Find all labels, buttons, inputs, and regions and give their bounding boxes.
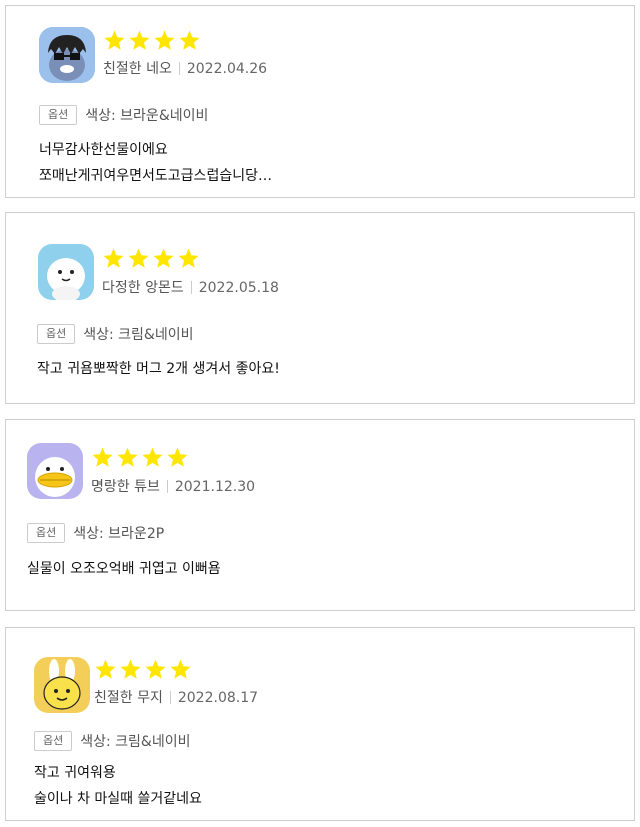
star-icon <box>120 659 141 679</box>
review-line: 쪼매난게귀여우면서도고급스럽습니당… <box>39 168 272 184</box>
star-icon <box>179 30 200 50</box>
divider <box>190 281 192 294</box>
divider <box>178 62 180 75</box>
review-text: 실물이 오조오억배 귀엽고 이뻐욤 <box>27 556 221 582</box>
reviewer-nickname: 친절한 무지 <box>94 690 163 706</box>
review-date: 2022.05.18 <box>198 280 279 296</box>
star-icon <box>95 659 116 679</box>
option-badge: 옵션 <box>34 731 73 751</box>
review-date: 2022.04.26 <box>186 61 268 77</box>
review-text: 작고 귀여워용 술이나 차 마실때 쓸거같네요 <box>34 760 202 812</box>
review-line: 작고 귀욤뽀짝한 머그 2개 생겨서 좋아요! <box>37 361 280 377</box>
review-line: 실물이 오조오억배 귀엽고 이뻐욤 <box>27 561 221 577</box>
review-line: 술이나 차 마실때 쓸거같네요 <box>34 791 202 807</box>
tube-icon <box>27 443 83 499</box>
star-icon <box>167 447 188 467</box>
review-card: 친절한 무지 2022.08.17 옵션 색상: 크림&네이비 작고 귀여워용 술… <box>5 627 635 821</box>
review-text: 너무감사한선물이에요 쪼매난게귀여우면서도고급스럽습니당… <box>39 137 272 189</box>
star-icon <box>142 447 163 467</box>
star-icon <box>129 30 150 50</box>
star-icon <box>92 447 113 467</box>
rating-stars <box>91 446 189 470</box>
divider <box>169 691 171 704</box>
reviewer-nickname: 다정한 앙몬드 <box>102 280 184 296</box>
rating-stars <box>94 658 192 682</box>
star-icon <box>153 248 174 268</box>
review-date: 2022.08.17 <box>177 690 259 706</box>
option-value: 색상: 크림&네이비 <box>83 327 194 343</box>
star-icon <box>117 447 138 467</box>
star-icon <box>145 659 166 679</box>
rating-stars <box>103 29 201 53</box>
review-line: 너무감사한선물이에요 <box>39 142 168 158</box>
review-line: 작고 귀여워용 <box>34 765 116 781</box>
apeach-icon <box>38 244 94 300</box>
muzi-icon <box>34 657 90 713</box>
review-card: 다정한 앙몬드 2022.05.18 옵션 색상: 크림&네이비 작고 귀욤뽀짝한… <box>5 212 635 404</box>
review-date: 2021.12.30 <box>174 479 256 495</box>
review-card: 친절한 네오 2022.04.26 옵션 색상: 브라운&네이비 너무감사한선물이… <box>5 5 635 198</box>
rating-stars <box>102 247 200 271</box>
option-value: 색상: 브라운&네이비 <box>85 108 209 124</box>
star-icon <box>103 248 124 268</box>
star-icon <box>178 248 199 268</box>
review-text: 작고 귀욤뽀짝한 머그 2개 생겨서 좋아요! <box>37 356 280 382</box>
option-value: 색상: 크림&네이비 <box>80 734 191 750</box>
star-icon <box>170 659 191 679</box>
option-badge: 옵션 <box>27 523 66 543</box>
option-badge: 옵션 <box>37 324 76 344</box>
divider <box>166 480 168 493</box>
review-card: 명랑한 튜브 2021.12.30 옵션 색상: 브라운2P 실물이 오조오억배 … <box>5 419 635 611</box>
reviewer-nickname: 명랑한 튜브 <box>91 479 160 495</box>
option-value: 색상: 브라운2P <box>73 526 165 542</box>
option-badge: 옵션 <box>39 105 78 125</box>
neo-icon <box>39 27 95 83</box>
star-icon <box>128 248 149 268</box>
star-icon <box>104 30 125 50</box>
reviewer-nickname: 친절한 네오 <box>103 61 172 77</box>
star-icon <box>154 30 175 50</box>
